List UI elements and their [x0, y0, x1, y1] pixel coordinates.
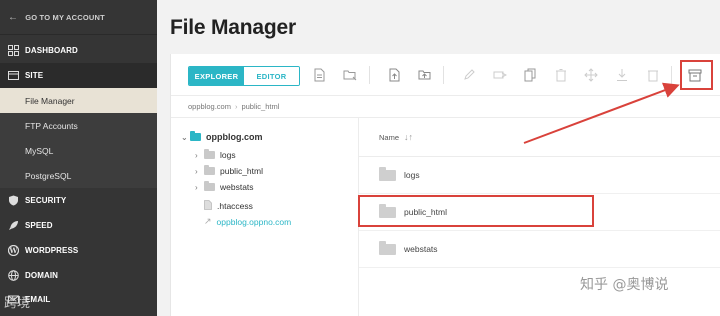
- watermark-text: 知乎 @奥博说: [580, 277, 669, 293]
- annotation-arrow: [523, 82, 680, 144]
- watermark: 知乎 @奥博说: [580, 274, 668, 294]
